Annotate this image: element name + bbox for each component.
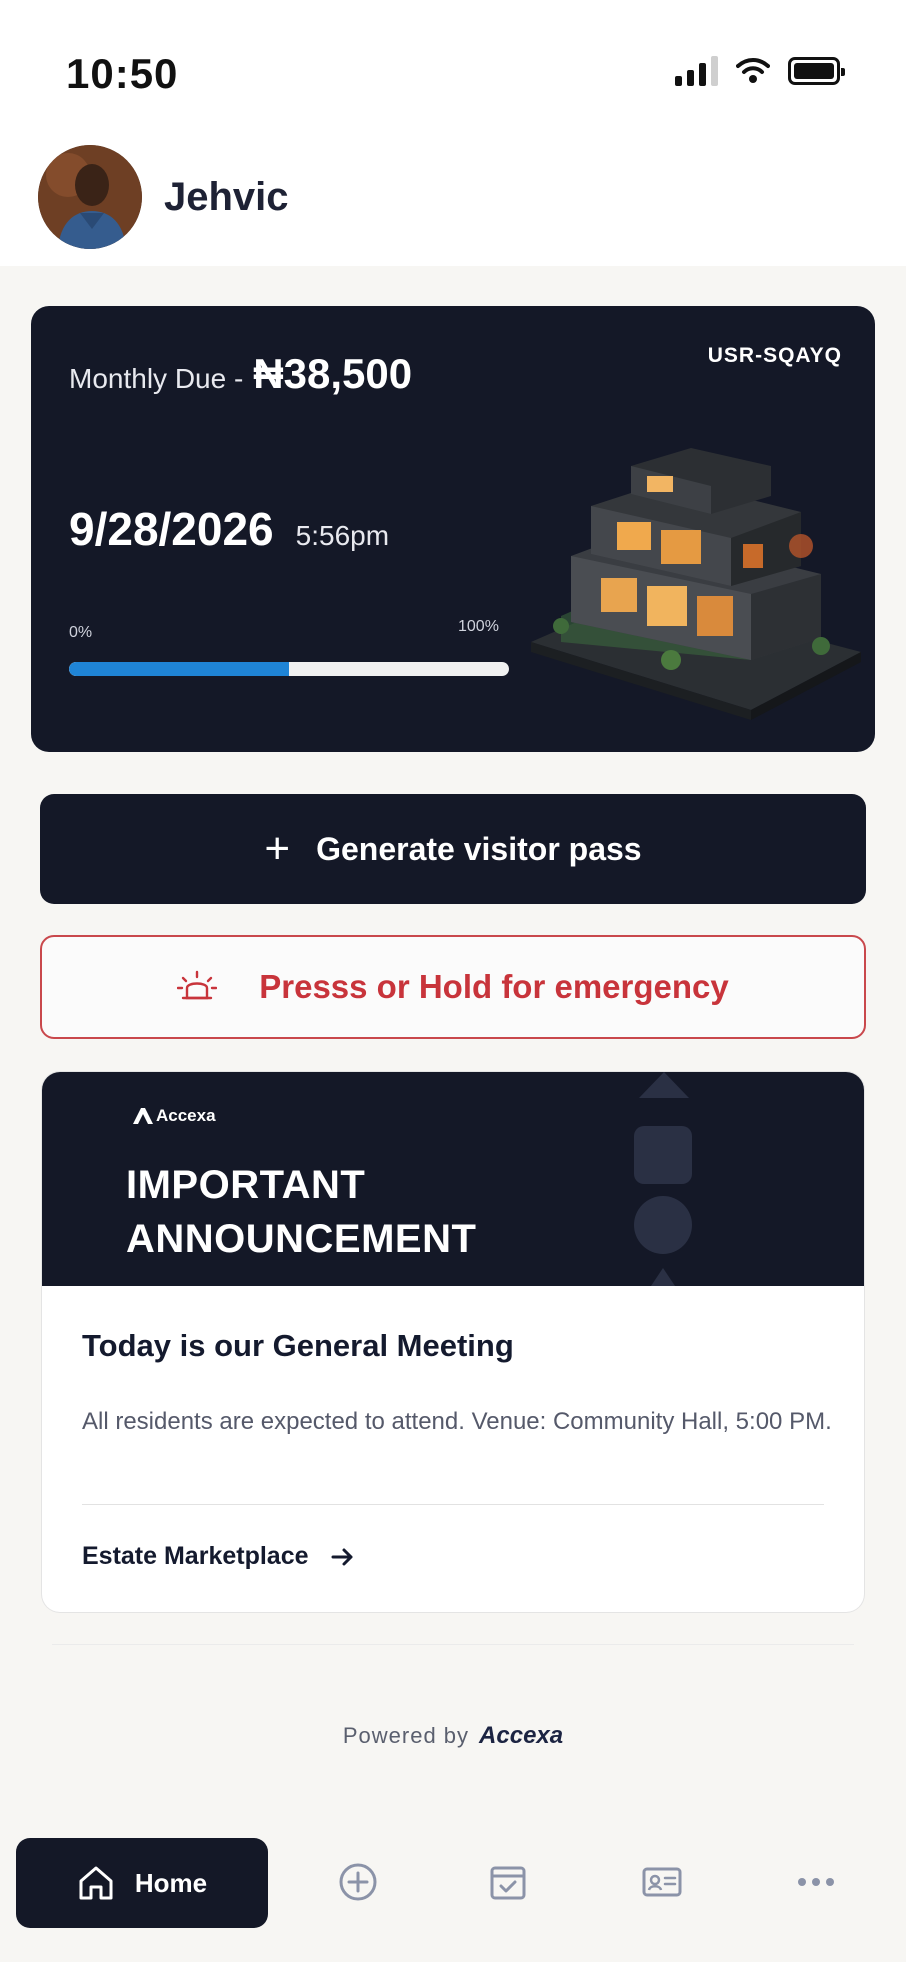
monthly-due-card[interactable]: Monthly Due - ₦38,500 USR-SQAYQ 9/28/202… xyxy=(31,306,875,752)
nav-home-label: Home xyxy=(134,1867,208,1898)
nav-calendar[interactable] xyxy=(486,1860,530,1904)
divider xyxy=(82,1504,824,1505)
profile-header[interactable]: Jehvic xyxy=(38,145,289,249)
visitor-pass-label: Generate visitor pass xyxy=(316,830,642,867)
user-name: Jehvic xyxy=(164,174,289,219)
signal-icon xyxy=(675,56,718,86)
monthly-due-amount: ₦38,500 xyxy=(253,350,413,397)
due-time: 5:56pm xyxy=(295,520,390,551)
wifi-icon xyxy=(736,58,770,83)
announcement-banner: Accexa IMPORTANT ANNOUNCEMENT xyxy=(42,1072,864,1286)
monthly-due-label: Monthly Due - xyxy=(69,363,244,394)
progress-end-label: 100% xyxy=(458,618,499,635)
estate-marketplace-label: Estate Marketplace xyxy=(82,1542,309,1570)
plus-circle-icon xyxy=(339,1863,377,1901)
emergency-button[interactable]: Presss or Hold for emergency xyxy=(40,935,866,1039)
nav-add[interactable] xyxy=(336,1860,380,1904)
user-code: USR-SQAYQ xyxy=(707,344,842,367)
more-icon xyxy=(798,1878,834,1886)
announcement-card[interactable]: Accexa IMPORTANT ANNOUNCEMENT Today is o… xyxy=(42,1072,864,1612)
powered-by-text: Powered by xyxy=(342,1723,470,1748)
announcement-title-line1: IMPORTANT xyxy=(126,1163,366,1207)
accexa-logo: Accexa xyxy=(132,1106,216,1126)
calendar-check-icon xyxy=(490,1866,526,1900)
announcement-title-line2: ANNOUNCEMENT xyxy=(126,1217,477,1261)
accexa-logo-text: Accexa xyxy=(156,1106,216,1125)
accexa-logo-icon xyxy=(133,1108,153,1124)
estate-marketplace-link[interactable]: Estate Marketplace xyxy=(82,1542,355,1571)
powered-by-footer: Powered by Accexa xyxy=(0,1722,906,1750)
announcement-banner-title: IMPORTANT ANNOUNCEMENT xyxy=(126,1158,476,1266)
section-divider xyxy=(52,1644,854,1645)
generate-visitor-pass-button[interactable]: + Generate visitor pass xyxy=(40,794,866,904)
announcement-heading: Today is our General Meeting xyxy=(82,1328,514,1363)
nav-home[interactable]: Home xyxy=(16,1838,268,1928)
home-icon xyxy=(79,1866,113,1900)
bottom-nav: Home xyxy=(0,1806,906,1962)
payment-progress-bar xyxy=(69,662,509,676)
monthly-due-row: Monthly Due - ₦38,500 xyxy=(69,350,412,398)
due-date: 9/28/2026 xyxy=(69,503,274,555)
due-date-row: 9/28/2026 5:56pm xyxy=(69,502,389,556)
house-illustration xyxy=(531,448,861,720)
status-time: 10:50 xyxy=(66,50,179,97)
arrow-right-icon xyxy=(331,1548,353,1565)
header-area: 10:50 Jehvic xyxy=(0,0,906,266)
emergency-label: Presss or Hold for emergency xyxy=(259,968,729,1005)
id-card-icon xyxy=(642,1867,682,1897)
announcement-body: All residents are expected to attend. Ve… xyxy=(82,1408,832,1435)
siren-icon xyxy=(177,970,218,1000)
decorative-shapes xyxy=(634,1072,704,1286)
avatar[interactable] xyxy=(38,145,142,249)
nav-id-card[interactable] xyxy=(640,1860,684,1904)
progress-start-label: 0% xyxy=(69,624,93,641)
payment-progress-fill xyxy=(69,662,289,676)
status-icons xyxy=(675,56,845,86)
battery-icon xyxy=(788,57,845,85)
plus-icon: + xyxy=(264,824,291,873)
status-bar: 10:50 xyxy=(0,0,906,140)
footer-brand: Accexa xyxy=(479,1722,564,1749)
nav-more[interactable] xyxy=(794,1860,838,1904)
